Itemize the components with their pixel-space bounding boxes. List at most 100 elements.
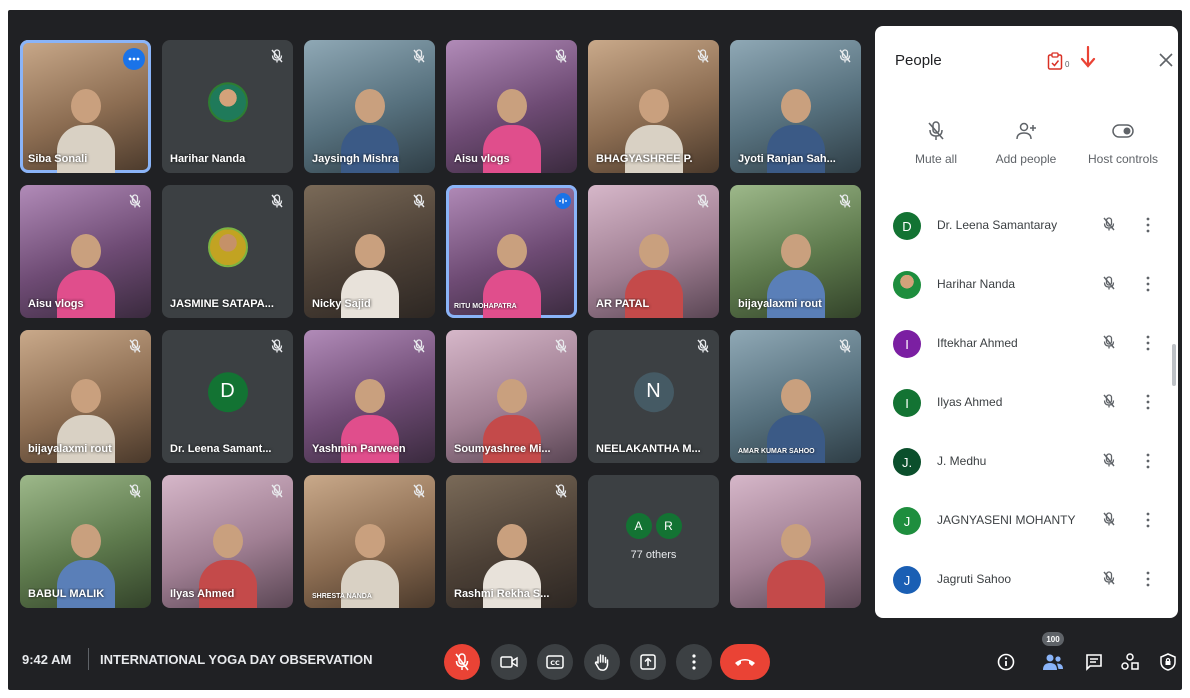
participant-name: Jyoti Ranjan Sah... [738, 153, 836, 165]
participant-row[interactable]: Harihar Nanda [875, 257, 1178, 316]
participant-row[interactable]: J Jagruti Sahoo [875, 552, 1178, 611]
participant-more-button[interactable] [1146, 512, 1152, 530]
participant-name: Aisu vlogs [454, 153, 510, 165]
participant-more-button[interactable] [1146, 571, 1152, 589]
mic-off-icon [555, 339, 567, 353]
mic-off-icon [129, 484, 141, 498]
tile-mic-status [127, 338, 143, 354]
participant-avatar: J [893, 566, 921, 594]
participant-tile[interactable]: Yashmin Parween [304, 330, 435, 463]
participant-row[interactable]: I Iftekhar Ahmed [875, 316, 1178, 375]
tile-mic-status [127, 193, 143, 209]
present-button[interactable] [630, 644, 666, 680]
participant-more-button[interactable] [1146, 276, 1152, 294]
participant-tile[interactable]: Ilyas Ahmed [162, 475, 293, 608]
participant-avatar: J. [893, 448, 921, 476]
participant-name: JAGNYASENI MOHANTY [937, 513, 1076, 527]
participant-tile[interactable]: Aisu vlogs [20, 185, 151, 318]
participant-mic-button[interactable] [1103, 453, 1119, 471]
tile-mic-status [411, 483, 427, 499]
participant-tile[interactable]: bijayalaxmi rout [730, 185, 861, 318]
raise-hand-button[interactable] [584, 644, 620, 680]
panel-scrollbar[interactable] [1172, 344, 1176, 386]
participant-avatar: D [893, 212, 921, 240]
people-icon [1043, 654, 1063, 670]
host-controls-button[interactable]: Host controls [1078, 120, 1168, 166]
participant-avatar: I [893, 389, 921, 417]
participant-mic-button[interactable] [1103, 335, 1119, 353]
mic-off-icon [839, 194, 851, 208]
participant-more-button[interactable] [1146, 453, 1152, 471]
mic-off-icon [555, 49, 567, 63]
participant-tile[interactable] [730, 475, 861, 608]
mic-off-icon [697, 339, 709, 353]
activities-button[interactable] [1118, 650, 1142, 674]
participant-more-button[interactable] [1146, 217, 1152, 235]
participant-mic-button[interactable] [1103, 276, 1119, 294]
participant-tile[interactable]: Harihar Nanda [162, 40, 293, 173]
participant-tile[interactable]: Jaysingh Mishra [304, 40, 435, 173]
people-button[interactable] [1041, 650, 1065, 674]
clock: 9:42 AM [22, 652, 72, 667]
participant-name: NEELAKANTHA M... [596, 443, 701, 455]
participant-tile[interactable]: Soumyashree Mi... [446, 330, 577, 463]
host-lock-button[interactable] [1156, 650, 1180, 674]
end-call-button[interactable] [720, 644, 770, 680]
tile-options-button[interactable] [123, 48, 145, 70]
participant-mic-button[interactable] [1103, 512, 1119, 530]
participant-tile[interactable]: BABUL MALIK [20, 475, 151, 608]
close-icon[interactable] [1158, 52, 1174, 68]
add-people-label: Add people [995, 152, 1057, 166]
participant-tile[interactable]: A R 77 others [588, 475, 719, 608]
participant-tile[interactable]: Rashmi Rekha S... [446, 475, 577, 608]
participant-tile[interactable]: Siba Sonali [20, 40, 151, 173]
participant-mic-button[interactable] [1103, 571, 1119, 589]
participant-tile[interactable]: AR PATAL [588, 185, 719, 318]
participant-tile[interactable]: N NEELAKANTHA M... [588, 330, 719, 463]
participant-tile[interactable]: bijayalaxmi rout [20, 330, 151, 463]
tile-mic-status [269, 338, 285, 354]
participant-row[interactable]: J. J. Medhu [875, 434, 1178, 493]
participant-more-button[interactable] [1146, 335, 1152, 353]
participant-tile[interactable]: JASMINE SATAPA... [162, 185, 293, 318]
clipboard-check-icon[interactable] [1047, 52, 1063, 70]
camera-icon [500, 656, 518, 668]
participant-name: Dr. Leena Samantaray [937, 218, 1058, 232]
chat-button[interactable] [1082, 650, 1106, 674]
meet-window: Siba Sonali Harihar Nanda Jaysingh Mishra A… [8, 10, 1182, 690]
mic-off-icon [271, 49, 283, 63]
tile-mic-status [553, 483, 569, 499]
tile-mic-status [553, 48, 569, 64]
info-icon [997, 653, 1015, 671]
participant-tile[interactable]: BHAGYASHREE P. [588, 40, 719, 173]
microphone-button[interactable] [444, 644, 480, 680]
participant-tile[interactable]: D Dr. Leena Samant... [162, 330, 293, 463]
participant-tile[interactable]: Jyoti Ranjan Sah... [730, 40, 861, 173]
mute-all-button[interactable]: Mute all [891, 120, 981, 166]
others-label: 77 others [630, 549, 677, 561]
more-options-button[interactable] [676, 644, 712, 680]
participant-tile[interactable]: AMAR KUMAR SAHOO [730, 330, 861, 463]
participant-mic-button[interactable] [1103, 217, 1119, 235]
tile-mic-status [269, 193, 285, 209]
participant-mic-button[interactable] [1103, 394, 1119, 412]
participant-row[interactable]: I Ilyas Ahmed [875, 375, 1178, 434]
others-avatar: A [625, 513, 652, 539]
host-controls-label: Host controls [1087, 152, 1159, 166]
participant-more-button[interactable] [1146, 394, 1152, 412]
participant-tile[interactable]: SHRESTA NANDA [304, 475, 435, 608]
bottom-bar: 9:42 AM INTERNATIONAL YOGA DAY OBSERVATI… [8, 622, 1182, 690]
participant-row[interactable]: D Dr. Leena Samantaray [875, 198, 1178, 257]
participant-name: BHAGYASHREE P. [596, 153, 693, 165]
mic-off-icon [1103, 571, 1115, 585]
captions-button[interactable]: CC [537, 644, 573, 680]
tile-mic-status [127, 483, 143, 499]
tile-mic-status [411, 338, 427, 354]
participant-row[interactable]: J JAGNYASENI MOHANTY [875, 493, 1178, 552]
participant-tile[interactable]: Aisu vlogs [446, 40, 577, 173]
participant-tile[interactable]: Nicky Sajid [304, 185, 435, 318]
camera-button[interactable] [491, 644, 527, 680]
participant-tile[interactable]: RITU MOHAPATRA [446, 185, 577, 318]
add-people-button[interactable]: Add people [981, 120, 1071, 166]
meeting-details-button[interactable] [994, 650, 1018, 674]
